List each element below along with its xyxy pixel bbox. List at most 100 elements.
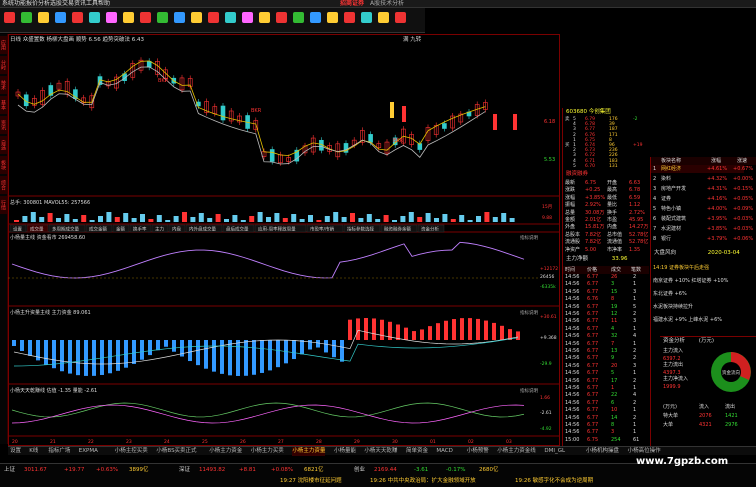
bottom-tab[interactable]: 小杨主力买卖 <box>251 447 284 456</box>
tick-row[interactable]: 14:56 6.77 26 2 <box>563 274 649 281</box>
bottom-tab[interactable]: 小杨高位操作 <box>628 447 661 456</box>
toolbar-button-icon[interactable] <box>191 12 202 23</box>
chart-area[interactable]: 日线 众盛置数 杨柳大盘画 顺势 6.56 趋势突破法 6.43 满 九转 BK… <box>8 34 560 446</box>
menu-item-help[interactable]: 帮助 <box>98 0 110 8</box>
menu-item-news[interactable]: 资讯 <box>74 0 86 8</box>
toolbar-button-icon[interactable] <box>89 12 100 23</box>
tick-row[interactable]: 14:56 6.77 17 2 <box>563 378 649 385</box>
tick-row[interactable]: 14:56 6.77 8 1 <box>563 422 649 429</box>
menu-item-function[interactable]: 功能 <box>14 0 26 8</box>
bottom-tab[interactable]: 小杨BS买卖正式 <box>156 447 196 456</box>
tick-row[interactable]: 14:56 6.77 22 4 <box>563 392 649 399</box>
toolbar-button-icon[interactable] <box>174 12 185 23</box>
order-book-row[interactable]: 5 6.70 131 <box>563 163 649 170</box>
news-ticker-1[interactable]: 19:27 沈阳楼市征延问题 <box>280 476 342 484</box>
left-tab[interactable]: 资讯 <box>0 116 7 134</box>
toolbar-button-icon[interactable] <box>344 12 355 23</box>
menu-item-analysis[interactable]: 分析 <box>38 0 50 8</box>
left-tab[interactable]: 应用 <box>0 36 7 54</box>
tick-row[interactable]: 14:56 6.77 1 1 <box>563 385 649 392</box>
left-tab[interactable]: 基本 <box>0 96 7 114</box>
news-item[interactable]: 东北证券 +6% <box>653 290 687 298</box>
tick-row[interactable]: 14:56 6.77 4 1 <box>563 326 649 333</box>
tick-row[interactable]: 14:56 6.77 9 2 <box>563 355 649 362</box>
menu-item-select[interactable]: 选股 <box>50 0 62 8</box>
bottom-tab[interactable]: K线 <box>29 447 38 456</box>
tick-row[interactable]: 14:56 6.77 15 3 <box>563 289 649 296</box>
bottom-tab[interactable]: 小杨主力资金 <box>209 447 242 456</box>
bottom-tab[interactable]: 小杨主力资金线 <box>497 447 536 456</box>
menu-item-tools[interactable]: 工具 <box>86 0 98 8</box>
bottom-tab[interactable]: 小杨天天乾赚 <box>364 447 397 456</box>
news-item[interactable]: 14:19 证券板块午后走强 <box>653 264 709 272</box>
bottom-tab[interactable]: 小杨主力资量 <box>292 447 326 456</box>
tick-row[interactable]: 14:56 6.77 19 5 <box>563 304 649 311</box>
tick-row[interactable]: 14:56 6.77 3 1 <box>563 429 649 436</box>
left-tab[interactable]: 技术 <box>0 76 7 94</box>
bottom-tab[interactable]: EXPMA <box>79 447 98 456</box>
toolbar-button-icon[interactable] <box>106 12 117 23</box>
toolbar-button-icon[interactable] <box>72 12 83 23</box>
menu-item-quote[interactable]: 报价 <box>26 0 38 8</box>
toolbar-button-icon[interactable] <box>276 12 287 23</box>
tick-row[interactable]: 14:56 6.77 12 2 <box>563 311 649 318</box>
tick-row[interactable]: 15:00 6.75 254 61 <box>563 437 649 444</box>
sector-row[interactable]: 4 证券 +4.16% +0.05% <box>651 195 753 203</box>
toolbar-button-icon[interactable] <box>140 12 151 23</box>
toolbar-button-icon[interactable] <box>293 12 304 23</box>
left-tab[interactable]: 分时 <box>0 56 7 74</box>
tick-row[interactable]: 14:56 6.77 14 2 <box>563 415 649 422</box>
bottom-tab[interactable]: 小杨主控买卖 <box>115 447 148 456</box>
sector-row[interactable]: 6 装配式建筑 +3.95% +0.03% <box>651 215 753 223</box>
toolbar-button-icon[interactable] <box>21 12 32 23</box>
sector-row[interactable]: 1 网红经济 +4.61% +0.67% <box>651 165 753 173</box>
sector-row[interactable]: 3 房地产开发 +4.31% +0.15% <box>651 185 753 193</box>
tick-row[interactable]: 14:56 6.77 13 2 <box>563 348 649 355</box>
toolbar-button-icon[interactable] <box>310 12 321 23</box>
tick-row[interactable]: 14:56 6.77 7 1 <box>563 341 649 348</box>
indicator3-help[interactable]: 指标说明 <box>520 387 538 394</box>
toolbar-button-icon[interactable] <box>38 12 49 23</box>
toolbar-button-icon[interactable] <box>259 12 270 23</box>
bottom-tab[interactable]: MACD <box>436 447 453 456</box>
toolbar-button-icon[interactable] <box>327 12 338 23</box>
left-tab[interactable]: 行情 <box>0 196 7 214</box>
toolbar-button-icon[interactable] <box>4 12 15 23</box>
left-tab[interactable]: 自选 <box>0 136 7 154</box>
toolbar-button-icon[interactable] <box>55 12 66 23</box>
tick-row[interactable]: 14:56 6.77 5 1 <box>563 370 649 377</box>
menu-item-trade[interactable]: 交易 <box>62 0 74 8</box>
bottom-tab[interactable]: 设置 <box>10 447 21 456</box>
toolbar-button-icon[interactable] <box>157 12 168 23</box>
tick-row[interactable]: 14:56 6.77 6 2 <box>563 400 649 407</box>
sector-row[interactable]: 5 特色小镇 +4.00% +0.09% <box>651 205 753 213</box>
sector-row[interactable]: 2 染料 +4.32% +0.00% <box>651 175 753 183</box>
tick-row[interactable]: 14:56 6.77 32 4 <box>563 333 649 340</box>
indicator1-help[interactable]: 指标说明 <box>520 234 538 241</box>
toolbar-button-icon[interactable] <box>208 12 219 23</box>
news-ticker-3[interactable]: 19:26 敏感字化不会成为逆周期 <box>515 476 593 484</box>
tick-row[interactable]: 14:56 6.76 8 1 <box>563 296 649 303</box>
menu-item-system[interactable]: 系统 <box>2 0 14 8</box>
toolbar-button-icon[interactable] <box>123 12 134 23</box>
bottom-tab[interactable]: 小杨机构操盘 <box>586 447 619 456</box>
tick-row[interactable]: 14:56 6.77 11 3 <box>563 318 649 325</box>
bottom-tab[interactable]: 指标广场 <box>48 447 70 456</box>
news-ticker-2[interactable]: 19:26 中共中央政治局：扩大金融领域开放 <box>370 476 476 484</box>
bottom-tab[interactable]: DMI_GL <box>544 447 565 456</box>
tick-row[interactable]: 14:56 6.77 10 1 <box>563 407 649 414</box>
news-item[interactable]: 水泥板块持续拉升 <box>653 303 693 311</box>
left-tab[interactable]: 板块 <box>0 156 7 174</box>
toolbar-button-icon[interactable] <box>242 12 253 23</box>
bottom-tab[interactable]: 小杨预警 <box>467 447 489 456</box>
news-item[interactable]: 南京证券 +10% 红塔证券 +10% <box>653 277 728 285</box>
toolbar-button-icon[interactable] <box>378 12 389 23</box>
indicator2-help[interactable]: 指标说明 <box>520 309 538 316</box>
toolbar-button-icon[interactable] <box>361 12 372 23</box>
bottom-tab[interactable]: 简单资金 <box>406 447 428 456</box>
bottom-tab[interactable]: 小杨量能 <box>334 447 356 456</box>
left-tab[interactable]: 综合 <box>0 176 7 194</box>
toolbar-button-icon[interactable] <box>395 12 406 23</box>
toolbar-button-icon[interactable] <box>225 12 236 23</box>
tick-row[interactable]: 14:56 6.77 20 3 <box>563 363 649 370</box>
